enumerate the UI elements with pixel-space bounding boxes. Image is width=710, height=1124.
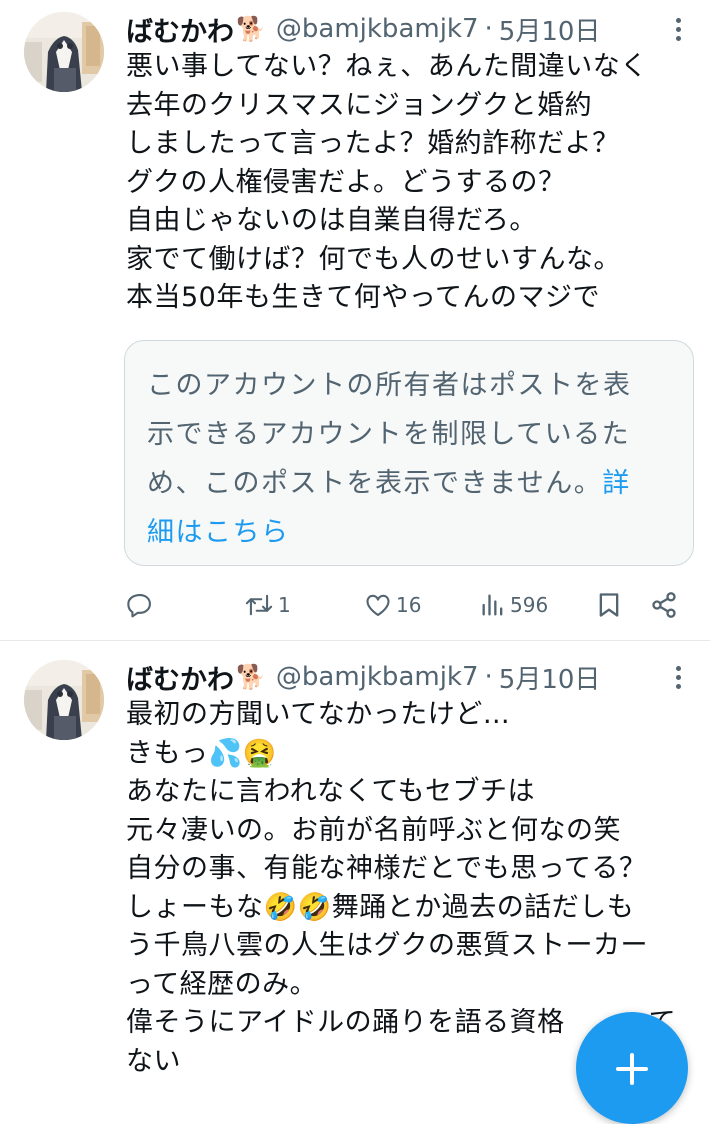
learn-more-link[interactable]: 細はこちら xyxy=(147,517,290,548)
bookmark-button[interactable] xyxy=(596,588,622,622)
compose-button[interactable] xyxy=(576,1012,688,1124)
tweet-text-line: 本当50年も生きて何やってんのマジで xyxy=(126,282,601,313)
tweet-text-line: って経歴のみ。 xyxy=(126,968,318,1000)
tweet-header: ばむかわ 🐕 @bamjkbamjk7 · 5月10日 xyxy=(126,658,601,697)
tweet-text-line: 自分の事、有能な神様だとでも思ってる？ xyxy=(126,853,647,884)
tweet-text-line: う千鳥八雲の人生はグクの悪質ストーカー xyxy=(126,930,648,961)
reply-icon xyxy=(126,591,154,619)
quote-text-line: め、このポストを表示できません。詳 xyxy=(147,459,671,508)
action-bar: 1 16 596 xyxy=(124,588,694,622)
share-button[interactable] xyxy=(650,588,678,622)
tweet-text-line: しましたって言ったよ？婚約詐称だよ？ xyxy=(126,128,620,159)
learn-more-link[interactable]: 詳 xyxy=(602,468,631,499)
avatar[interactable] xyxy=(24,660,104,740)
tweet-text: 悪い事してない？ねぇ、あんた間違いなく 去年のクリスマスにジョングクと婚約 しま… xyxy=(126,48,696,318)
quote-text-line: 示できるアカウントを制限しているた xyxy=(147,419,631,450)
tweet-text-line: 自由じゃないのは自業自得だろ。 xyxy=(126,205,537,236)
share-icon xyxy=(650,591,678,619)
views-button[interactable]: 596 xyxy=(480,588,548,622)
view-count: 596 xyxy=(510,593,549,617)
repost-button[interactable]: 1 xyxy=(244,588,291,622)
tweet-text-line: 去年のクリスマスにジョングクと婚約 xyxy=(126,89,593,121)
like-button[interactable]: 16 xyxy=(364,588,421,622)
quote-text-line: 細はこちら xyxy=(147,508,671,557)
reply-button[interactable] xyxy=(126,588,154,622)
tweet-date[interactable]: 5月10日 xyxy=(499,11,601,48)
separator: · xyxy=(484,14,493,44)
repost-count: 1 xyxy=(278,593,291,617)
bookmark-icon xyxy=(596,591,622,619)
unavailable-quote-card[interactable]: このアカウントの所有者はポストを表 示できるアカウントを制限しているた め、この… xyxy=(124,340,694,566)
more-icon[interactable] xyxy=(666,14,690,44)
tweet-text-segment: 偉そうにアイドルの踊りを語る資格 xyxy=(126,1007,565,1038)
like-count: 16 xyxy=(396,593,422,617)
author-emoji: 🐕 xyxy=(236,15,266,43)
tweet-text-line: グクの人権侵害だよ。どうするの？ xyxy=(126,166,566,198)
author-handle[interactable]: @bamjkbamjk7 xyxy=(276,14,479,44)
tweet-text-line: 家でて働けば？何でも人のせいすんな。 xyxy=(126,243,621,275)
author-name[interactable]: ばむかわ xyxy=(126,10,234,49)
divider xyxy=(0,640,710,641)
quote-text: め、このポストを表示できません。 xyxy=(147,468,603,499)
repost-icon xyxy=(244,591,274,619)
author-emoji: 🐕 xyxy=(236,663,266,691)
more-icon[interactable] xyxy=(666,662,690,692)
tweet-header: ばむかわ 🐕 @bamjkbamjk7 · 5月10日 xyxy=(126,10,601,49)
views-icon xyxy=(480,591,506,619)
separator: · xyxy=(484,662,493,692)
tweet-text-line: あなたに言われなくてもセブチは xyxy=(126,776,535,807)
author-handle[interactable]: @bamjkbamjk7 xyxy=(276,662,479,692)
quote-text-line: このアカウントの所有者はポストを表 xyxy=(147,370,632,401)
compose-plus-icon xyxy=(615,1012,649,1090)
tweet-text-line: 悪い事してない？ねぇ、あんた間違いなく xyxy=(126,51,648,82)
avatar[interactable] xyxy=(24,12,104,92)
tweet-text-line: しょーもな🤣🤣舞踊とか過去の話だしも xyxy=(126,891,635,923)
tweet-text-line: 最初の方聞いてなかったけど… xyxy=(126,699,511,730)
tweet[interactable]: ばむかわ 🐕 @bamjkbamjk7 · 5月10日 悪い事してない？ねぇ、あ… xyxy=(0,0,710,640)
tweet-text-line: きもっ💦🤮 xyxy=(126,737,277,769)
tweet-text-line: 元々凄いの。お前が名前呼ぶと何なの笑 xyxy=(126,814,621,846)
tweet-date[interactable]: 5月10日 xyxy=(499,659,601,696)
like-icon xyxy=(364,591,392,619)
author-name[interactable]: ばむかわ xyxy=(126,658,234,697)
